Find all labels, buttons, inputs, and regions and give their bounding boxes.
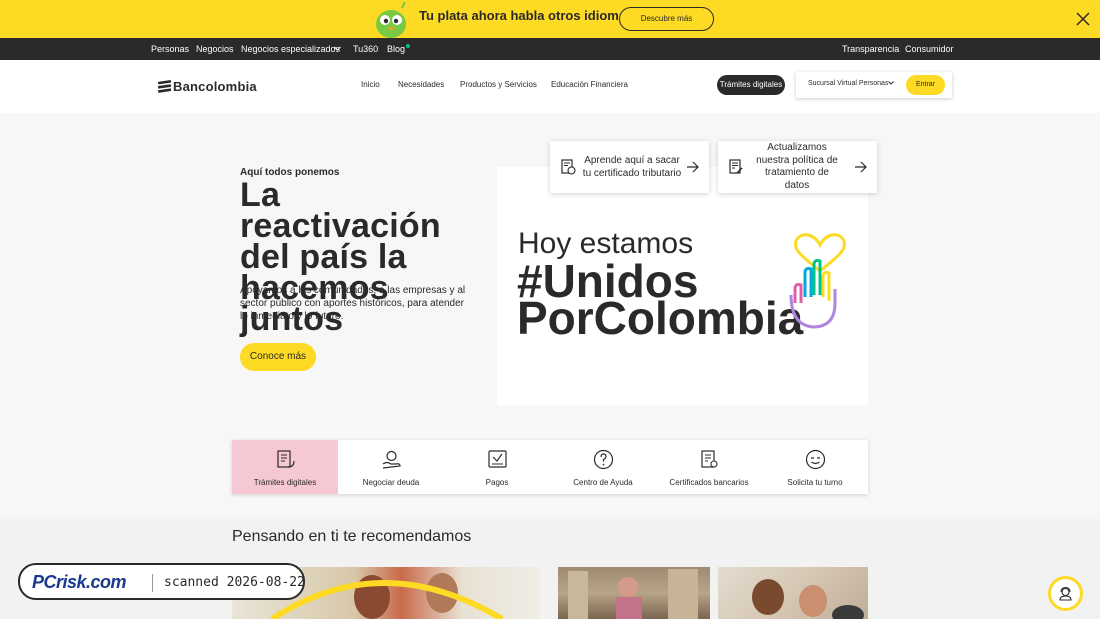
quick-label: Negociar deuda <box>362 478 420 487</box>
topnav-personas[interactable]: Personas <box>151 44 189 54</box>
nav-necesidades[interactable]: Necesidades <box>398 80 444 89</box>
payment-icon <box>488 450 507 468</box>
bancolombia-logo[interactable]: Bancolombia <box>158 79 257 94</box>
quick-solicita-turno[interactable]: Solicita tu turno <box>762 440 868 494</box>
arrow-right-icon <box>855 161 867 173</box>
quick-pagos[interactable]: Pagos <box>444 440 550 494</box>
turn-icon <box>805 449 826 470</box>
recommendation-image-3[interactable] <box>718 567 868 619</box>
banner-line-3: PorColombia <box>517 292 804 344</box>
owl-mascot-icon <box>376 1 406 38</box>
chevron-down-icon[interactable] <box>888 80 894 86</box>
document-dollar-icon <box>561 159 576 175</box>
new-indicator-dot <box>406 44 410 48</box>
tramites-digitales-button[interactable]: Trámites digitales <box>717 75 785 95</box>
promo-bar: Tu plata ahora habla otros idiomas Descu… <box>0 0 1100 38</box>
watermark-divider <box>152 574 153 592</box>
certificado-tributario-card[interactable]: Aprende aquí a sacar tu certificado trib… <box>550 141 709 193</box>
question-icon <box>593 449 614 470</box>
pcrisk-watermark: PCrisk.com scanned 2026-08-22 <box>18 563 305 600</box>
watermark-logo: PCrisk.com <box>32 572 127 592</box>
certificate-icon <box>701 450 718 468</box>
heart-hand-icon <box>789 233 846 329</box>
document-hand-icon <box>277 450 295 468</box>
chevron-down-icon <box>334 46 341 51</box>
nav-productos-servicios[interactable]: Productos y Servicios <box>460 80 537 89</box>
quick-actions-bar: Trámites digitales Negociar deuda Pagos … <box>232 440 868 494</box>
top-nav: Personas Negocios Negocios especializado… <box>0 38 1100 60</box>
card-text: Aprende aquí a sacar tu certificado trib… <box>582 155 682 179</box>
nav-inicio[interactable]: Inicio <box>361 80 380 89</box>
quick-tramites-digitales[interactable]: Trámites digitales <box>232 440 338 494</box>
family-photo-icon <box>752 579 864 619</box>
entrar-button[interactable]: Entrar <box>906 75 945 95</box>
card-text: Actualizamos nuestra política de tratami… <box>756 142 838 191</box>
politica-datos-card[interactable]: Actualizamos nuestra política de tratami… <box>718 141 877 193</box>
hero-description: Apoyamos a las comunidades, a las empres… <box>240 285 466 322</box>
quick-label: Centro de Ayuda <box>573 478 633 487</box>
agent-icon <box>1059 586 1072 601</box>
promo-discover-button[interactable]: Descubre más <box>619 7 714 31</box>
quick-label: Solicita tu turno <box>787 478 843 487</box>
hand-coin-icon <box>382 450 401 469</box>
quick-certificados-bancarios[interactable]: Certificados bancarios <box>656 440 762 494</box>
city-photo-icon <box>568 569 698 619</box>
unidos-banner[interactable]: Hoy estamos #Unidos PorColombia <box>497 167 868 405</box>
logo-text: Bancolombia <box>173 79 257 94</box>
document-edit-icon <box>729 159 743 174</box>
conoce-mas-button[interactable]: Conoce más <box>240 343 316 371</box>
sucursal-virtual-box: Sucursal Virtual Personas Entrar <box>796 72 952 98</box>
nav-educacion-financiera[interactable]: Educación Financiera <box>551 80 628 89</box>
topnav-consumidor[interactable]: Consumidor <box>905 44 954 54</box>
quick-label: Trámites digitales <box>253 478 317 487</box>
promo-text: Tu plata ahora habla otros idiomas <box>419 8 634 23</box>
recommendations-title: Pensando en ti te recomendamos <box>232 528 472 545</box>
help-chat-button[interactable] <box>1048 576 1083 611</box>
watermark-scan-text: scanned 2026-08-22 <box>164 575 305 590</box>
topnav-tu360[interactable]: Tu360 <box>353 44 378 54</box>
topnav-negocios[interactable]: Negocios <box>196 44 234 54</box>
quick-label: Pagos <box>485 478 509 487</box>
topnav-blog[interactable]: Blog <box>387 44 405 54</box>
quick-centro-ayuda[interactable]: Centro de Ayuda <box>550 440 656 494</box>
recommendation-image-2[interactable] <box>558 567 710 619</box>
quick-label: Certificados bancarios <box>669 478 749 487</box>
bancolombia-logo-icon <box>158 80 171 93</box>
arrow-right-icon <box>687 161 699 173</box>
topnav-negocios-especializados[interactable]: Negocios especializados <box>241 44 340 54</box>
close-icon[interactable] <box>1076 12 1090 26</box>
quick-negociar-deuda[interactable]: Negociar deuda <box>338 440 444 494</box>
sucursal-select[interactable]: Sucursal Virtual Personas <box>808 80 888 87</box>
topnav-transparencia[interactable]: Transparencia <box>842 44 899 54</box>
main-header: Bancolombia Inicio Necesidades Productos… <box>0 60 1100 113</box>
